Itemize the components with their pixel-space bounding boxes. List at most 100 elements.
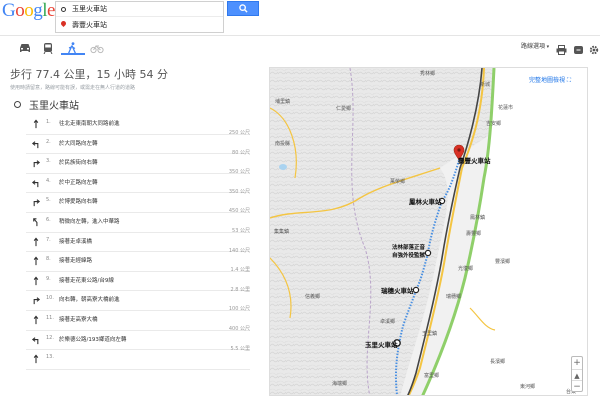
direction-step[interactable]: 1. 往北走東南朝大同路前進 250 公尺 — [26, 115, 250, 136]
direction-step[interactable]: 3. 於民族街向右轉 350 公尺 — [26, 154, 250, 175]
station-label-fengli[interactable]: 鳳林火車站 — [409, 196, 442, 206]
straight-arrow-icon — [33, 237, 39, 246]
turn-left-icon — [31, 180, 39, 187]
station-marker-ruisui[interactable] — [412, 286, 420, 294]
walk-icon[interactable] — [61, 39, 85, 55]
destination-field[interactable]: 壽豐火車站 — [56, 17, 223, 32]
step-instruction: 於博愛路向右轉 — [59, 199, 98, 206]
map-place-label: 海端鄉 — [332, 381, 348, 387]
step-number: 8. — [46, 256, 51, 263]
step-instruction: 於樂德公路/193鄉道向左轉 — [59, 336, 127, 343]
link-icon[interactable] — [573, 40, 584, 54]
step-number: 3. — [46, 158, 51, 165]
origin-ring-icon — [14, 101, 21, 108]
zoom-out-button[interactable]: − — [572, 381, 582, 393]
settings-gear-icon[interactable] — [589, 40, 600, 55]
step-instruction: 接著走花東公路/台9線 — [59, 277, 114, 284]
turn-right-icon — [33, 297, 41, 305]
map-view[interactable]: 完整地圖檢視 ⛶ 壽豐火車站 鳳林火車站 法林部落正音自強外役監獄 瑞穗火車站 … — [269, 67, 588, 396]
step-instruction: 往北走東南朝大同路前進 — [59, 121, 120, 127]
full-map-label: 完整地圖檢視 — [529, 77, 566, 84]
direction-step[interactable]: 9. 接著走花東公路/台9線 2.8 公里 — [26, 272, 250, 293]
origin-field[interactable]: 玉里火車站 — [56, 2, 223, 17]
bike-icon[interactable] — [90, 39, 104, 54]
step-number: 12. — [46, 334, 54, 341]
direction-step[interactable]: 7. 接著走卓溪橋 140 公尺 — [26, 233, 250, 254]
step-number: 9. — [46, 275, 51, 282]
straight-arrow-icon — [33, 315, 39, 325]
station-label-guangfu[interactable]: 法林部落正音自強外役監獄 — [392, 244, 426, 260]
lake — [279, 164, 287, 170]
direction-step[interactable]: 13. — [26, 350, 250, 370]
map-place-label: 仁愛鄉 — [336, 106, 352, 112]
direction-step[interactable]: 5. 於博愛路向右轉 450 公尺 — [26, 193, 250, 214]
direction-step[interactable]: 6. 稍微向左轉，進入中華路 53 公尺 — [26, 213, 250, 234]
step-instruction: 接著走經緯路 — [59, 258, 93, 265]
google-logo[interactable]: Google — [2, 0, 55, 22]
map-place-label: 光復鄉 — [458, 266, 474, 272]
step-number: 7. — [46, 236, 51, 243]
route-options-dropdown[interactable]: 路線選項 — [521, 41, 549, 50]
step-instruction: 於大同路向左轉 — [59, 140, 98, 147]
direction-step[interactable]: 8. 接著走經緯路 1.4 公里 — [26, 252, 250, 273]
maps-directions-page: Google 玉里火車站 壽豐火車站 路線選項 ▾ 步行 77.4 公里，15 … — [0, 0, 600, 409]
search-button[interactable] — [227, 1, 259, 16]
station-marker-guangfu[interactable] — [424, 249, 432, 257]
street-view-pegman-icon[interactable]: ▲ — [572, 369, 582, 381]
map-place-label: 豐濱鄉 — [495, 259, 511, 265]
station-label-yuli[interactable]: 玉里火車站 — [365, 339, 398, 349]
route-summary: 步行 77.4 公里，15 小時 54 分 — [10, 68, 168, 81]
step-number: 4. — [46, 177, 51, 184]
map-place-label: 玉里鎮 — [422, 331, 438, 337]
origin-heading[interactable]: 玉里火車站 — [14, 97, 79, 112]
map-place-label: 埔里鎮 — [275, 99, 291, 105]
straight-arrow-icon — [33, 276, 39, 285]
map-place-label: 萬榮鄉 — [390, 179, 406, 185]
station-label-shoufeng[interactable]: 壽豐火車站 — [458, 155, 491, 165]
logo-letter: e — [47, 0, 55, 21]
origin-input[interactable]: 玉里火車站 — [72, 4, 107, 14]
step-number: 10. — [46, 295, 54, 302]
map-place-label: 富里鄉 — [424, 373, 440, 379]
map-place-label: 瑞穗鄉 — [446, 294, 462, 300]
map-place-label: 花蓮市 — [498, 105, 514, 111]
station-label-ruisui[interactable]: 瑞穗火車站 — [381, 285, 414, 295]
map-place-label: 南投縣 — [275, 141, 291, 147]
straight-arrow-icon — [33, 119, 39, 129]
step-number: 1. — [46, 119, 51, 125]
step-instruction: 稍微向左轉，進入中華路 — [59, 218, 120, 225]
logo-letter: o — [24, 0, 34, 21]
car-icon[interactable] — [18, 39, 32, 52]
turn-left-icon — [31, 140, 39, 148]
slight-left-icon — [33, 218, 38, 227]
step-instruction: 向右轉，朝高寮大橋前進 — [59, 297, 120, 304]
direction-step[interactable]: 11. 接著走高寮大橋 400 公尺 — [26, 311, 250, 332]
transit-icon[interactable] — [42, 39, 56, 55]
travel-mode-bar: 路線選項 — [0, 37, 600, 55]
map-canvas — [270, 68, 587, 395]
map-place-label: 壽豐鄉 — [466, 231, 482, 237]
walking-warning: 使用時請留意，路線可能有誤，或需走在無人行道的道路 — [10, 85, 136, 91]
direction-step[interactable]: 10. 向右轉，朝高寮大橋前進 100 公尺 — [26, 291, 250, 312]
direction-steps-list: 1. 往北走東南朝大同路前進 250 公尺 2. 於大同路向左轉 80 公尺 3. 於民族街向… — [26, 115, 250, 370]
turn-right-icon — [33, 199, 41, 207]
zoom-in-button[interactable]: + — [572, 357, 582, 369]
logo-letter: g — [33, 0, 43, 21]
map-place-label: 信義鄉 — [305, 294, 321, 300]
map-place-label: 集集鎮 — [274, 229, 290, 235]
destination-input[interactable]: 壽豐火車站 — [72, 20, 107, 30]
directions-input-box: 玉里火車站 壽豐火車站 — [55, 1, 224, 33]
straight-arrow-icon — [33, 354, 39, 364]
direction-step[interactable]: 2. 於大同路向左轉 80 公尺 — [26, 135, 250, 156]
step-number: 2. — [46, 138, 51, 145]
straight-arrow-icon — [33, 256, 39, 266]
step-number: 5. — [46, 197, 51, 204]
full-map-view-link[interactable]: 完整地圖檢視 ⛶ — [527, 74, 574, 86]
step-instruction: 接著走高寮大橋 — [59, 316, 98, 323]
direction-step[interactable]: 12. 於樂德公路/193鄉道向左轉 5.5 公里 — [26, 331, 250, 352]
logo-letter: o — [15, 0, 25, 21]
print-icon[interactable] — [556, 40, 567, 55]
turn-left-icon — [31, 336, 39, 344]
direction-step[interactable]: 4. 於中正路向左轉 350 公尺 — [26, 174, 250, 195]
step-instruction: 接著走卓溪橋 — [59, 238, 93, 245]
